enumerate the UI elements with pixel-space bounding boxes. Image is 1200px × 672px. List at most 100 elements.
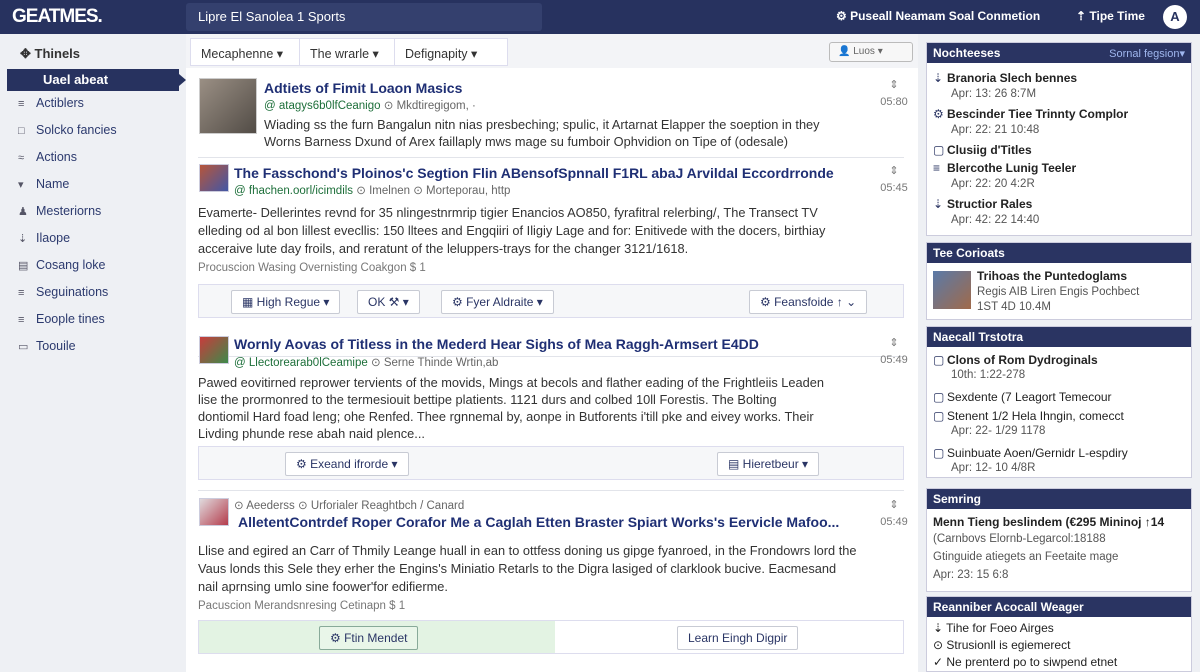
vote-icon[interactable]: ⇕	[880, 336, 908, 349]
post-source: @ Llectorearab0lCeamipe ⊙ Serne Thinde W…	[234, 355, 498, 369]
post-snippet-line: Wiading ss the furn Bangalun nitn nias p…	[264, 117, 820, 132]
sidebar-item[interactable]: □ Solcko fancies	[18, 123, 117, 141]
notice-title[interactable]: Structior Rales	[947, 197, 1032, 211]
notice-item[interactable]: ⚙ Bescinder Tiee Trinnty Complor	[933, 107, 1128, 121]
post-2: The Fasschond's Ploinos'c Segtion Flin A…	[198, 162, 908, 342]
post-snippet-line: elleding od al bon lillest evecllis: 150…	[198, 223, 826, 238]
filter-action-button[interactable]: ⚙ Fyer Aldraite ▾	[441, 290, 554, 314]
sort-dropdown[interactable]: 👤 Luos ▾	[829, 42, 913, 62]
notice-item[interactable]: ⇣ Structior Rales	[933, 197, 1032, 211]
trend-icon: ▢	[933, 409, 945, 423]
post-snippet-line: lise the prormonred to the termesiouit b…	[198, 392, 777, 407]
box-header: Reanniber Acocall Weager	[927, 597, 1191, 617]
notice-item[interactable]: ▢ Clusiig d'Titles	[933, 143, 1032, 157]
post-thumbnail[interactable]	[199, 78, 257, 134]
serving-item[interactable]: Menn Tieng beslindem (€295 Mininoj ↑14	[933, 515, 1164, 529]
site-logo[interactable]: GEATMES.	[12, 6, 103, 28]
post-thumbnail[interactable]	[199, 164, 229, 192]
sidebar-item-active[interactable]: Uael abeat	[7, 69, 186, 91]
sidebar-title: ✥ Thinels	[20, 46, 81, 61]
trend-title[interactable]: Sexdente (7 Leagort Temecour	[947, 390, 1112, 404]
vote-icon[interactable]: ⇕	[880, 498, 908, 511]
tools-dropdown[interactable]: OK ⚒ ▾	[357, 290, 420, 314]
hierarchy-button[interactable]: ▤ Hieretbeur ▾	[717, 452, 820, 476]
notice-item[interactable]: ⇣ Branoria Slech bennes	[933, 71, 1077, 85]
post-title[interactable]: AlletentContrdef Roper Corafor Me a Cagl…	[238, 514, 839, 530]
notice-icon: ≡	[933, 161, 941, 175]
post-snippet-line: Llise and egired an Carr of Thmily Leang…	[198, 543, 857, 558]
sidebar-item-label: Name	[36, 177, 70, 191]
sidebar-item[interactable]: ▾ Name	[18, 177, 69, 195]
reminder-box: Reanniber Acocall Weager ⇣ Tihe for Foeo…	[926, 596, 1192, 672]
serving-item-name[interactable]: Menn Tieng beslindem (€295 Mininoj ↑14	[933, 515, 1164, 529]
vote-icon[interactable]: ⇕	[880, 164, 908, 177]
post-title[interactable]: Wornly Aovas of Titless in the Mederd He…	[234, 336, 759, 352]
sidebar-item-icon: ≈	[18, 152, 25, 164]
contact-thumbnail[interactable]	[933, 271, 971, 309]
trend-item[interactable]: ▢ Sexdente (7 Leagort Temecour	[933, 390, 1112, 404]
post-site[interactable]: @ fhachen.oorl/icimdils	[234, 185, 353, 197]
friend-button[interactable]: ⚙ Ftin Mendet	[319, 626, 419, 650]
notice-title[interactable]: Branoria Slech bennes	[947, 71, 1077, 85]
sidebar-item[interactable]: ≡ Actiblers	[18, 96, 84, 114]
trend-item[interactable]: ▢ Suinbuate Aoen/Gernidr L-espdiry	[933, 446, 1128, 460]
sidebar-item[interactable]: ▭ Toouile	[18, 339, 76, 357]
sidebar-item[interactable]: ▤ Cosang loke	[18, 258, 106, 276]
filter-dropdown-3[interactable]: Defignapity ▾	[394, 38, 508, 66]
post-title[interactable]: The Fasschond's Ploinos'c Segtion Flin A…	[234, 165, 834, 181]
serving-sub: Apr: 23: 15 6:8	[933, 569, 1009, 581]
divider	[198, 490, 904, 491]
vote-icon[interactable]: ⇕	[880, 78, 908, 91]
priority-button[interactable]: ▦ High Regue ▾	[231, 290, 341, 314]
time-menu[interactable]: ⇡ Tipe Time	[1076, 9, 1145, 23]
avatar[interactable]: A	[1163, 5, 1187, 29]
sidebar-item-label: Eoople tines	[36, 312, 105, 326]
trend-title[interactable]: Clons of Rom Dydroginals	[947, 353, 1098, 367]
post-site[interactable]: ⊙ Aeederss	[234, 500, 295, 512]
notice-title[interactable]: Clusiig d'Titles	[947, 143, 1032, 157]
post-site[interactable]: @ Llectorearab0lCeamipe	[234, 357, 368, 369]
account-menu[interactable]: ⚙ Puseall Neamam Soal Conmetion	[836, 9, 1040, 23]
post-site[interactable]: @ atagys6b0lfCeanigo	[264, 100, 381, 112]
sidebar-item[interactable]: ♟ Mesteriorns	[18, 204, 101, 222]
sidebar-item[interactable]: ≈ Actions	[18, 150, 77, 168]
serving-box: Semring Menn Tieng beslindem (€295 Minin…	[926, 488, 1192, 592]
trend-item[interactable]: ▢ Stenent 1/2 Hela Ihngin, comecct	[933, 409, 1124, 423]
box-header: Naecall Trstotra	[927, 327, 1191, 347]
contact-name-text[interactable]: Trihoas the Puntedoglams	[977, 269, 1127, 283]
filter-dropdown-2[interactable]: The wrarle ▾	[299, 38, 395, 66]
box-header: Tee Corioats	[927, 243, 1191, 263]
sidebar: ✥ Thinels Uael abeat ≡ Actiblers □ Solcko f…	[0, 34, 186, 672]
trend-icon: ▢	[933, 446, 945, 460]
reminder-item[interactable]: ✓ Ne prenterd po to siwpend etnet	[933, 655, 1117, 669]
box-link[interactable]: Sornal fegsion▾	[1109, 47, 1185, 60]
notice-time: Apr: 13: 26 8:7M	[951, 88, 1037, 100]
post-thumbnail[interactable]	[199, 336, 229, 364]
post-title[interactable]: Adtiets of Fimit Loaon Masics	[264, 80, 462, 96]
filter-dropdown-1[interactable]: Mecaphenne ▾	[190, 38, 300, 66]
learn-button[interactable]: Learn Eingh Digpir	[677, 626, 799, 650]
reminder-item[interactable]: ⊙ Strusionll is egiemerect	[933, 638, 1070, 652]
transfer-button[interactable]: ⚙ Feansfoide ↑ ⌄	[749, 290, 868, 314]
post-source: ⊙ Aeederss ⊙ Urforialer Reaghtbch / Cana…	[234, 498, 464, 512]
search-input[interactable]: Lipre El Sanolea 1 Sports	[186, 3, 542, 31]
trend-time: 10th: 1:22-278	[951, 369, 1026, 381]
trend-time: Apr: 22- 1/29 1178	[951, 425, 1046, 437]
sidebar-item-label: Actiblers	[36, 96, 84, 110]
sidebar-item[interactable]: ≡ Eoople tines	[18, 312, 105, 330]
contact-name[interactable]: Trihoas the Puntedoglams	[977, 269, 1127, 283]
expand-button[interactable]: ⚙ Exeand ifrorde ▾	[285, 452, 409, 476]
sidebar-item-icon: ≡	[18, 287, 25, 299]
notice-title[interactable]: Bescinder Tiee Trinnty Complor	[947, 107, 1128, 121]
notice-title[interactable]: Blercothe Lunig Teeler	[947, 161, 1076, 175]
notice-item[interactable]: ≡ Blercothe Lunig Teeler	[933, 161, 1076, 175]
post-thumbnail[interactable]	[199, 498, 229, 526]
trend-title[interactable]: Suinbuate Aoen/Gernidr L-espdiry	[947, 446, 1128, 460]
sidebar-item[interactable]: ⇣ Ilaope	[18, 231, 70, 249]
sidebar-item[interactable]: ≡ Seguinations	[18, 285, 108, 303]
trend-title[interactable]: Stenent 1/2 Hela Ihngin, comecct	[947, 409, 1124, 423]
reminder-item[interactable]: ⇣ Tihe for Foeo Airges	[933, 621, 1054, 635]
sidebar-item-icon: ⇣	[18, 233, 28, 245]
trend-item[interactable]: ▢ Clons of Rom Dydroginals	[933, 353, 1098, 367]
notice-icon: ⇣	[933, 197, 944, 211]
